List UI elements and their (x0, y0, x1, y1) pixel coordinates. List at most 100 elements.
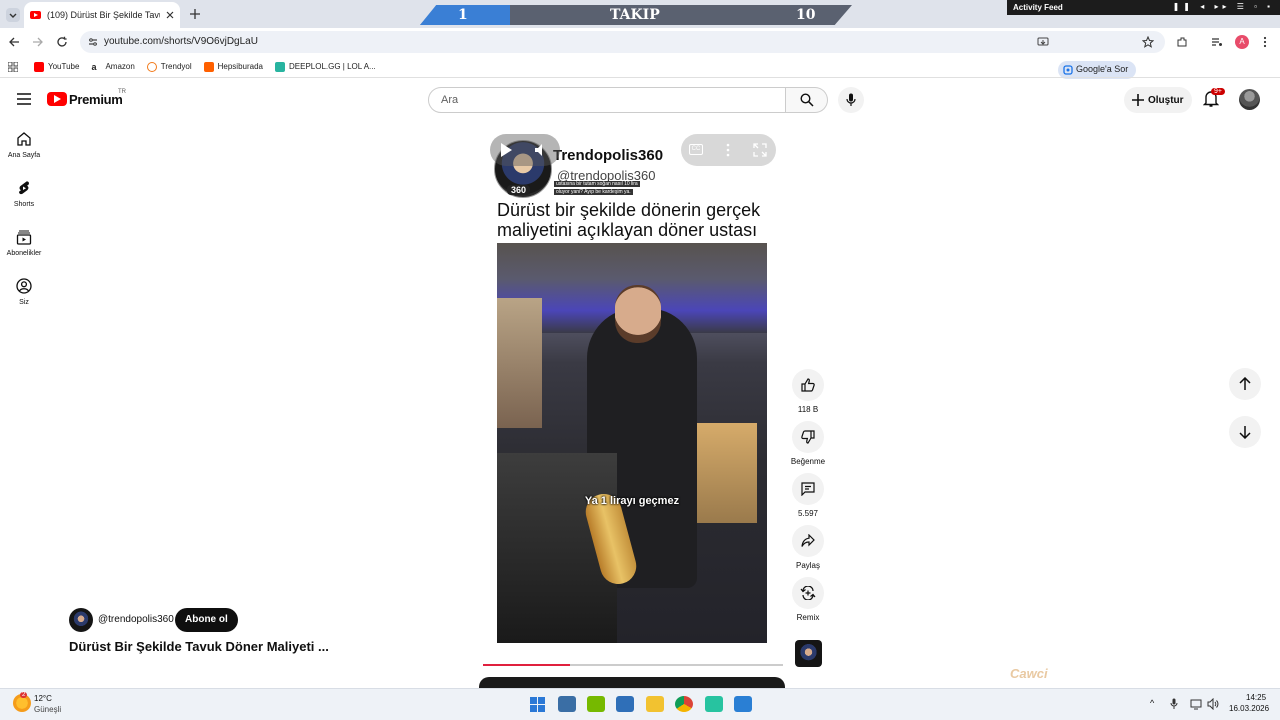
bookmark-youtube[interactable]: YouTube (34, 61, 79, 72)
file-explorer-icon[interactable] (646, 696, 664, 712)
profile-avatar[interactable]: A (1235, 35, 1249, 49)
tab-search-button[interactable] (6, 8, 20, 22)
remix-button[interactable] (792, 577, 824, 609)
volume-icon[interactable] (534, 143, 550, 157)
bottom-channel-avatar[interactable] (69, 608, 93, 632)
like-icon (801, 378, 815, 392)
video-subtitle: Ya 1 lirayı geçmez (584, 495, 680, 507)
steam-like-app-icon[interactable] (734, 696, 752, 712)
next-short-button[interactable] (1229, 416, 1261, 448)
shorts-icon (19, 181, 30, 195)
new-tab-icon[interactable] (189, 8, 201, 20)
clock-time[interactable]: 14:25 (1246, 693, 1266, 702)
video-channel-name: Trendopolis360 (553, 147, 664, 164)
bookmark-label: Hepsiburada (217, 62, 263, 71)
shelves-image (497, 298, 542, 428)
tray-microphone-icon[interactable] (1170, 698, 1178, 710)
tab-active[interactable]: (109) Dürüst Bir Şekilde Tavuk D (24, 2, 180, 28)
activity-feed-controls[interactable]: ❚❚ ◂ ▸▸ ☰ ▫ ▪ (1173, 2, 1274, 11)
search-button[interactable] (786, 87, 828, 113)
sidebar-item-shorts[interactable]: Shorts (0, 180, 48, 208)
forward-icon[interactable] (32, 36, 44, 48)
weather-desc: Güneşli (34, 705, 62, 714)
task-view-icon[interactable] (558, 696, 576, 712)
sidebar-item-subscriptions[interactable]: Abonelikler (0, 229, 48, 257)
reload-icon[interactable] (56, 36, 68, 48)
bookmarks-bar: YouTube a Amazon Trendyol Hepsiburada DEE… (0, 56, 1280, 78)
video-headline: Dürüst bir şekilde dönerin gerçek maliye… (497, 200, 761, 240)
url-field[interactable]: youtube.com/shorts/V9O6vjDgLaU (80, 31, 1165, 53)
create-button[interactable]: Oluştur (1124, 87, 1192, 113)
subscribe-button[interactable]: Abone ol (175, 608, 238, 632)
youtube-icon (34, 61, 44, 72)
boxes-image (697, 423, 757, 523)
follow-goal-label: TAKIP (610, 7, 660, 23)
search-icon (799, 93, 814, 107)
fullscreen-icon[interactable] (753, 143, 767, 157)
tray-overflow-icon[interactable]: ^ (1150, 698, 1154, 708)
tab-strip: (109) Dürüst Bir Şekilde Tavuk D 1 TAKIP… (0, 0, 1280, 28)
play-icon[interactable] (500, 143, 512, 157)
extensions-icon[interactable] (1176, 36, 1188, 48)
tiny-caption-1: ustasına bir tutam soğan nasıl 10 lira (554, 181, 640, 187)
bookmark-trendyol[interactable]: Trendyol (146, 61, 192, 72)
url-text: youtube.com/shorts/V9O6vjDgLaU (104, 36, 258, 47)
bookmark-deeplol[interactable]: DEEPLOL.GG | LOL A... (275, 61, 376, 72)
dislike-button[interactable] (792, 421, 824, 453)
player-top-controls: CC (681, 134, 776, 166)
comment-count: 5.597 (797, 509, 819, 518)
menu-icon[interactable] (17, 93, 31, 105)
dislike-icon (801, 430, 815, 444)
chrome-menu-icon[interactable] (1262, 36, 1268, 48)
back-icon[interactable] (8, 36, 20, 48)
comment-button[interactable] (792, 473, 824, 505)
site-info-icon[interactable] (88, 37, 98, 47)
chrome-icon[interactable] (675, 696, 693, 712)
network-icon[interactable] (1190, 698, 1202, 710)
follow-goal-target: 10 (796, 7, 816, 23)
bookmark-hepsiburada[interactable]: Hepsiburada (203, 61, 263, 72)
more-options-icon[interactable] (726, 143, 730, 157)
bookmark-amazon[interactable]: a Amazon (91, 61, 135, 72)
share-button[interactable] (792, 525, 824, 557)
previous-short-button[interactable] (1229, 368, 1261, 400)
home-icon (17, 132, 31, 146)
volume-tray-icon[interactable] (1207, 698, 1219, 710)
account-avatar[interactable] (1239, 89, 1260, 110)
share-icon (801, 534, 815, 547)
media-controls-icon[interactable] (1211, 36, 1223, 48)
bottom-video-title[interactable]: Dürüst Bir Şekilde Tavuk Döner Maliyeti … (69, 639, 329, 654)
search-input[interactable]: Ara (428, 87, 786, 113)
bottom-channel-handle[interactable]: @trendopolis360 (98, 614, 174, 625)
outlook-icon[interactable] (616, 696, 634, 712)
install-app-icon[interactable] (1037, 36, 1049, 48)
arrow-up-icon (1239, 377, 1251, 390)
video-frame[interactable]: Ya 1 lirayı geçmez (497, 243, 767, 643)
close-icon[interactable] (166, 11, 174, 19)
create-label: Oluştur (1148, 94, 1184, 106)
nvidia-icon[interactable] (587, 696, 605, 712)
windows-taskbar (0, 688, 1280, 720)
like-button[interactable] (792, 369, 824, 401)
apps-grid-icon[interactable] (8, 61, 18, 72)
dislike-label: Beğenme (790, 457, 826, 466)
captions-icon[interactable]: CC (689, 144, 703, 155)
bookmark-star-icon[interactable] (1142, 36, 1154, 48)
clock-date[interactable]: 16.03.2026 (1229, 704, 1269, 713)
arrow-down-icon (1239, 426, 1251, 439)
sidebar-item-home[interactable]: Ana Sayfa (0, 131, 48, 159)
sidebar-item-you[interactable]: Siz (0, 278, 48, 306)
bookmark-label: Trendyol (160, 62, 192, 71)
youtube-logo-icon[interactable] (47, 92, 67, 106)
subscriptions-icon (16, 230, 32, 245)
notifications-button[interactable]: 9+ (1203, 88, 1225, 108)
follow-goal-current: 1 (458, 7, 468, 23)
windows-start-icon[interactable] (530, 697, 545, 712)
bookmark-label: Amazon (105, 62, 135, 71)
android-app-icon[interactable] (705, 696, 723, 712)
sound-thumbnail[interactable] (795, 640, 822, 667)
trendyol-icon (146, 61, 157, 72)
microphone-icon (846, 93, 856, 106)
voice-search-button[interactable] (838, 87, 864, 113)
like-count: 118 B (797, 405, 819, 414)
